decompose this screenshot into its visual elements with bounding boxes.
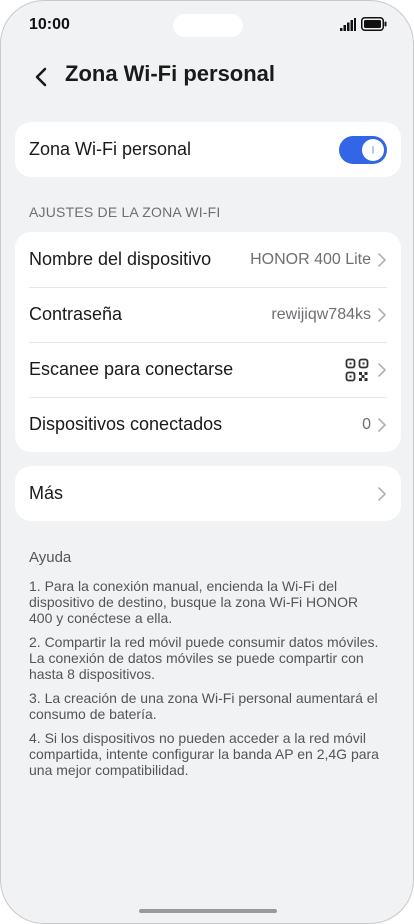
- connected-devices-label: Dispositivos conectados: [29, 414, 223, 434]
- hotspot-settings-card: Nombre del dispositivo HONOR 400 Lite Co…: [15, 232, 401, 452]
- connected-devices-count: 0: [362, 415, 371, 433]
- more-card: Más: [15, 466, 401, 521]
- chevron-right-icon: [378, 307, 386, 322]
- hotspot-toggle-label: Zona Wi-Fi personal: [29, 139, 192, 159]
- page-header: Zona Wi-Fi personal: [1, 57, 413, 97]
- chevron-right-icon: [378, 417, 386, 432]
- home-indicator[interactable]: [139, 909, 277, 913]
- hotspot-toggle-row[interactable]: Zona Wi-Fi personal: [15, 122, 401, 177]
- help-item: 1. Para la conexión manual, encienda la …: [29, 578, 359, 626]
- battery-icon: [361, 17, 387, 31]
- page-title: Zona Wi-Fi personal: [65, 61, 276, 86]
- chevron-right-icon: [378, 486, 386, 501]
- chevron-right-icon: [378, 362, 386, 377]
- device-name-value: HONOR 400 Lite: [250, 250, 371, 268]
- chevron-right-icon: [378, 252, 386, 267]
- help-title: Ayuda: [29, 549, 72, 566]
- password-value: rewijiqw784ks: [271, 305, 371, 323]
- scan-to-connect-label: Escanee para conectarse: [29, 359, 234, 379]
- connected-devices-row[interactable]: Dispositivos conectados 0: [15, 397, 401, 452]
- hotspot-toggle-card: Zona Wi-Fi personal: [15, 122, 401, 177]
- section-header-settings: AJUSTES DE LA ZONA WI-FI: [29, 204, 221, 220]
- camera-notch: [173, 14, 243, 37]
- password-row[interactable]: Contraseña rewijiqw784ks: [15, 287, 401, 342]
- more-label: Más: [29, 483, 64, 503]
- help-item: 2. Compartir la red móvil puede consumir…: [29, 634, 379, 682]
- device-name-row[interactable]: Nombre del dispositivo HONOR 400 Lite: [15, 232, 401, 287]
- scan-to-connect-row[interactable]: Escanee para conectarse: [15, 342, 401, 397]
- chevron-left-icon[interactable]: [31, 65, 51, 89]
- phone-screen: 10:00 Zona Wi-Fi personal Zona Wi-Fi per…: [0, 0, 414, 924]
- help-item: 3. La creación de una zona Wi-Fi persona…: [29, 690, 378, 722]
- status-bar: 10:00: [1, 1, 413, 49]
- help-item: 4. Si los dispositivos no pueden acceder…: [29, 730, 379, 778]
- signal-icon: [340, 18, 356, 31]
- more-row[interactable]: Más: [15, 466, 401, 521]
- qr-code-icon: [345, 358, 369, 381]
- device-name-label: Nombre del dispositivo: [29, 249, 212, 269]
- toggle-knob: [362, 138, 384, 161]
- hotspot-toggle-switch[interactable]: [339, 135, 387, 164]
- help-section: Ayuda 1. Para la conexión manual, encien…: [29, 549, 385, 786]
- status-time: 10:00: [29, 16, 70, 33]
- password-label: Contraseña: [29, 304, 123, 324]
